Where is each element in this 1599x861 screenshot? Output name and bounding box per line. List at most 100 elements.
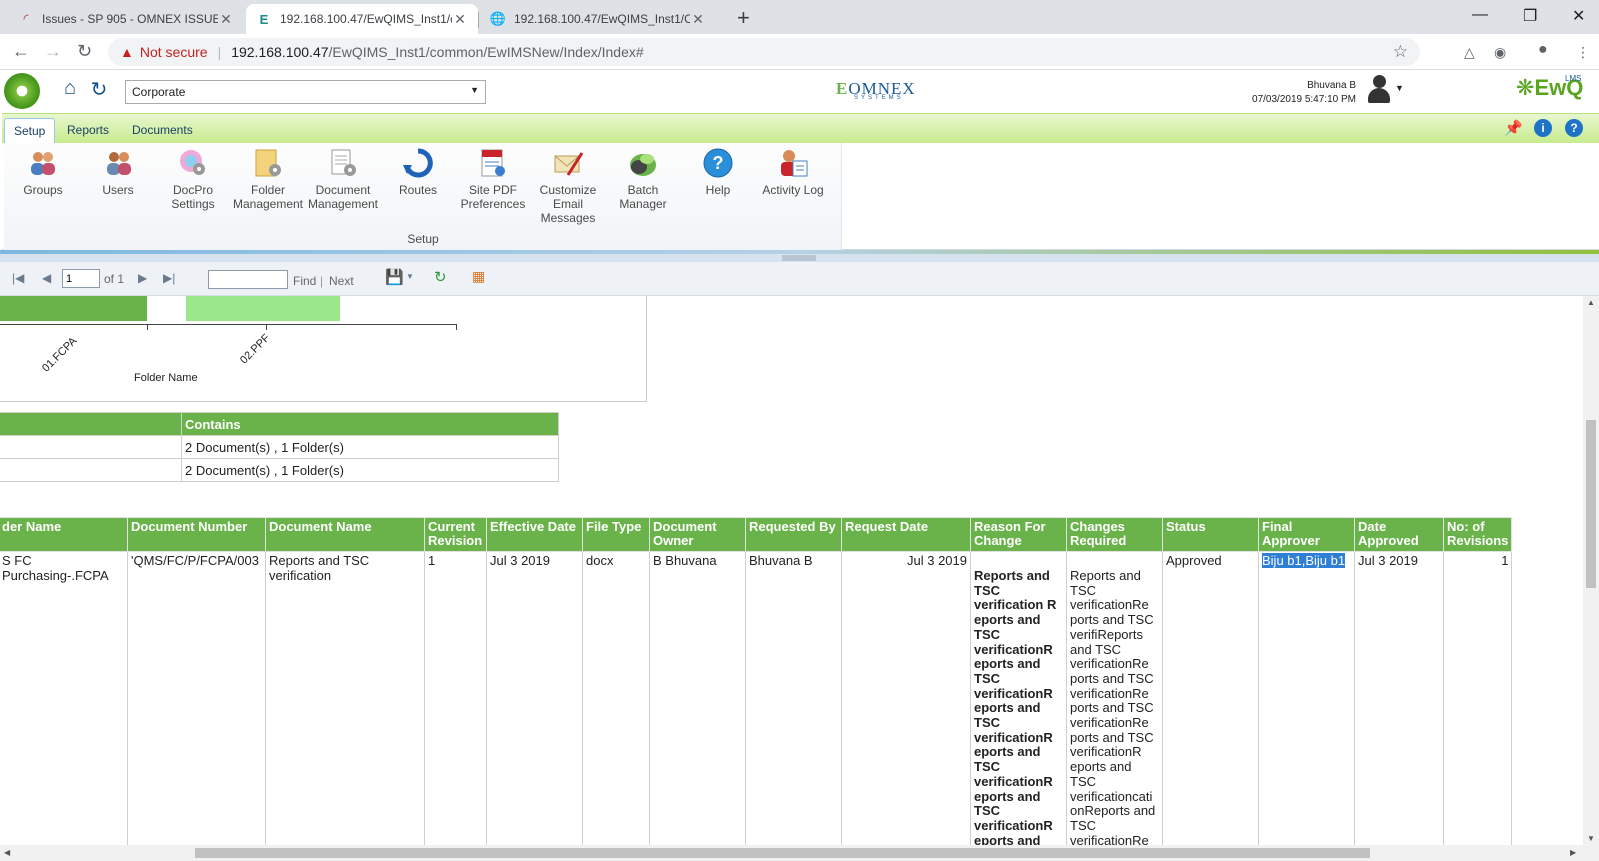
browser-toolbar: ← → ↻ ▲ Not secure | 192.168.100.47/EwQI…	[0, 34, 1599, 70]
next-page-icon[interactable]: ▶	[138, 271, 147, 285]
col-requested-by: Requested By	[745, 517, 842, 552]
maximize-button[interactable]: ❐	[1523, 6, 1537, 26]
ribbon-button-label: Customize Email Messages	[539, 183, 597, 225]
help-icon: ?	[702, 147, 734, 179]
extension-icon[interactable]: ◉	[1494, 44, 1506, 61]
previous-page-icon[interactable]: ◀	[42, 271, 51, 285]
user-menu-caret-icon[interactable]: ▼	[1395, 83, 1404, 93]
scroll-down-icon[interactable]: ▼	[1587, 834, 1595, 843]
tab-separator	[478, 12, 479, 28]
table-row: S FC Purchasing-.FCPA 'QMS/FC/P/FCPA/003…	[0, 551, 1513, 845]
help-circle-icon[interactable]: ?	[1565, 119, 1583, 137]
extension-icon[interactable]: △	[1464, 44, 1475, 61]
close-tab-icon[interactable]: ✕	[452, 11, 468, 28]
profile-icon[interactable]: ●	[1538, 41, 1548, 59]
address-bar[interactable]: ▲ Not secure | 192.168.100.47/EwQIMS_Ins…	[108, 38, 1420, 66]
browser-tab-third[interactable]: 🌐 192.168.100.47/EwQIMS_Inst1/Co ✕	[480, 4, 716, 34]
splitter-handle[interactable]	[782, 255, 816, 261]
document-management-icon	[327, 147, 359, 179]
url-host: 192.168.100.47	[231, 44, 329, 60]
minimize-button[interactable]: —	[1472, 6, 1488, 24]
ribbon-group-setup: Groups Users DocPro Settings Folder Mana…	[4, 143, 842, 250]
document-management-button[interactable]: Document Management	[304, 147, 382, 211]
table-row: 2 Document(s) , 1 Folder(s)	[0, 435, 559, 459]
close-tab-icon[interactable]: ✕	[218, 11, 234, 28]
brand-sub: SYSTEMS	[854, 95, 904, 101]
first-page-icon[interactable]: |◀	[12, 271, 24, 285]
col-reason-for-change: Reason For Change	[970, 517, 1067, 552]
chart-x-axis	[0, 324, 457, 325]
tab-setup[interactable]: Setup	[4, 118, 56, 143]
scrollbar-thumb[interactable]	[195, 848, 1370, 858]
tab-title: Issues - SP 905 - OMNEX ISSUE T	[42, 12, 218, 26]
chart-tick	[147, 324, 148, 330]
help-button[interactable]: ? Help	[679, 147, 757, 197]
print-layout-icon[interactable]: ▦	[472, 268, 485, 285]
find-input[interactable]	[208, 270, 288, 289]
tab-reports[interactable]: Reports	[58, 118, 118, 143]
table-header-cell	[0, 412, 182, 436]
close-tab-icon[interactable]: ✕	[690, 11, 706, 28]
document-number-cell: 'QMS/FC/P/FCPA/003	[127, 551, 266, 845]
report-viewer-toolbar: |◀ ◀ of 1 ▶ ▶| Find | Next 💾 ▼ ↻ ▦	[0, 262, 1599, 296]
site-pdf-preferences-button[interactable]: Site PDF Preferences	[454, 147, 532, 211]
app-logo-icon[interactable]	[4, 73, 40, 109]
user-avatar-icon[interactable]	[1366, 75, 1392, 105]
users-button[interactable]: Users	[79, 147, 157, 197]
batch-manager-button[interactable]: Batch Manager	[604, 147, 682, 211]
browser-menu-icon[interactable]: ⋮	[1576, 44, 1590, 61]
scroll-left-icon[interactable]: ◀	[4, 848, 10, 857]
col-current-revision: Current Revision	[424, 517, 487, 552]
new-tab-button[interactable]: +	[737, 5, 750, 31]
forward-button[interactable]: →	[44, 41, 62, 62]
vertical-scrollbar[interactable]: ▲ ▼	[1583, 296, 1599, 845]
ribbon-button-label: Groups	[23, 183, 63, 197]
page-number-input[interactable]	[62, 269, 100, 288]
chart-category-label: 02.PPF	[238, 332, 273, 367]
scrollbar-thumb[interactable]	[1586, 420, 1596, 588]
groups-button[interactable]: Groups	[4, 147, 82, 197]
col-final-approver: Final Approver	[1258, 517, 1355, 552]
find-link[interactable]: Find	[293, 274, 316, 288]
summary-table: Contains 2 Document(s) , 1 Folder(s) 2 D…	[0, 412, 559, 482]
col-request-date: Request Date	[841, 517, 971, 552]
refresh-report-icon[interactable]: ↻	[434, 268, 447, 286]
browser-tab-issues[interactable]: ◜ Issues - SP 905 - OMNEX ISSUE T ✕	[8, 4, 244, 34]
chart-x-axis-title: Folder Name	[134, 372, 198, 384]
horizontal-scrollbar[interactable]: ◀ ▶	[0, 845, 1599, 861]
final-approver-cell: Biju b1,Biju b1	[1258, 551, 1355, 845]
document-owner-cell: B Bhuvana	[649, 551, 746, 845]
activity-log-button[interactable]: Activity Log	[754, 147, 832, 197]
table-header-row: der Name Document Number Document Name C…	[0, 517, 1513, 552]
next-link[interactable]: Next	[329, 274, 354, 288]
info-icon[interactable]: i	[1534, 119, 1552, 137]
scroll-right-icon[interactable]: ▶	[1570, 848, 1576, 857]
back-button[interactable]: ←	[12, 41, 30, 62]
scroll-up-icon[interactable]: ▲	[1587, 298, 1595, 307]
bookmark-star-icon[interactable]: ☆	[1393, 42, 1408, 62]
ribbon-button-label: DocPro Settings	[171, 183, 215, 211]
col-revisions: No: of Revisions	[1442, 517, 1513, 552]
requested-by-cell: Bhuvana B	[745, 551, 842, 845]
reload-button[interactable]: ↻	[77, 41, 92, 62]
warning-icon: ▲	[120, 44, 134, 60]
folder-management-button[interactable]: Folder Management	[229, 147, 307, 211]
refresh-icon[interactable]: ↻	[87, 77, 111, 101]
docpro-settings-button[interactable]: DocPro Settings	[154, 147, 232, 211]
ribbon-button-label: Folder Management	[232, 183, 304, 211]
folder-name-cell: S FC Purchasing-.FCPA	[0, 551, 128, 845]
date-approved-cell: Jul 3 2019	[1354, 551, 1444, 845]
home-icon[interactable]: ⌂	[58, 77, 82, 101]
close-window-button[interactable]: ✕	[1572, 6, 1585, 26]
pin-icon[interactable]: 📌	[1504, 119, 1523, 137]
last-page-icon[interactable]: ▶|	[163, 271, 175, 285]
customize-email-messages-button[interactable]: Customize Email Messages	[529, 147, 607, 225]
tab-documents[interactable]: Documents	[123, 118, 202, 143]
browser-tab-active[interactable]: E 192.168.100.47/EwQIMS_Inst1/co ✕	[246, 4, 478, 34]
export-save-icon[interactable]: 💾	[385, 268, 404, 286]
corporate-select[interactable]: Corporate ▼	[125, 80, 486, 104]
col-status: Status	[1162, 517, 1259, 552]
col-document-owner: Document Owner	[649, 517, 746, 552]
export-dropdown-icon[interactable]: ▼	[406, 272, 414, 281]
routes-button[interactable]: Routes	[379, 147, 457, 197]
